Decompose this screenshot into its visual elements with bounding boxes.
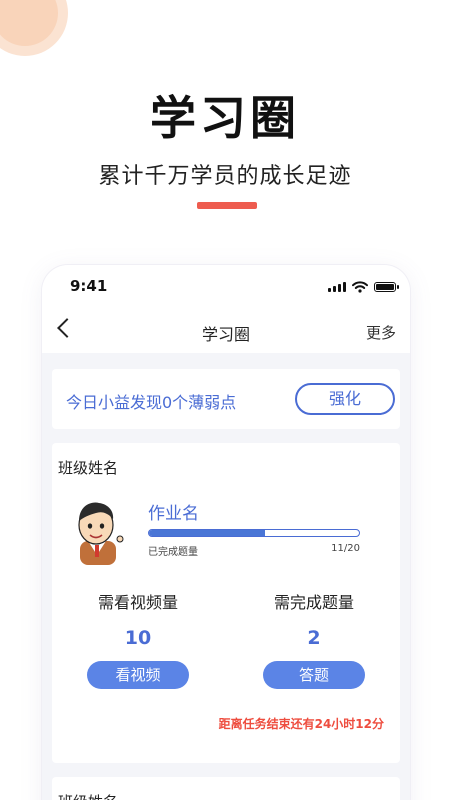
questions-stat: 需完成题量 2 答题 <box>244 589 384 689</box>
more-button[interactable]: 更多 <box>366 322 396 343</box>
questions-label: 需完成题量 <box>273 593 354 612</box>
weak-points-card: 今日小益发现0个薄弱点 强化 <box>52 369 400 429</box>
battery-icon <box>374 282 399 292</box>
progress-bar <box>148 529 360 537</box>
nav-bar: 学习圈 更多 <box>42 309 410 353</box>
teacher-avatar-icon <box>78 502 124 565</box>
watch-video-button[interactable]: 看视频 <box>87 661 189 689</box>
signal-icon <box>328 282 346 292</box>
hero-title: 学习圈 <box>150 91 300 145</box>
status-icons <box>328 281 399 293</box>
page-title: 学习圈 <box>201 325 250 344</box>
video-count: 10 <box>124 627 152 649</box>
strengthen-button[interactable]: 强化 <box>295 383 395 415</box>
progress-count: 11/20 <box>331 543 360 554</box>
status-bar: 9:41 <box>42 265 410 309</box>
hero-underline <box>197 202 257 209</box>
video-label: 需看视频量 <box>97 593 178 612</box>
weak-points-text: 今日小益发现0个薄弱点 <box>66 393 237 412</box>
video-stat: 需看视频量 10 看视频 <box>68 589 208 689</box>
questions-count: 2 <box>307 627 321 649</box>
deadline-text: 距离任务结束还有24小时12分 <box>218 717 384 731</box>
progress-fill <box>149 530 265 536</box>
wifi-icon <box>352 281 368 293</box>
next-class-card: 班级姓名 <box>52 777 400 800</box>
class-card: 班级姓名 作业名 已完成题量 11/20 需看视频量 10 看视频 需完成题量 … <box>52 443 400 763</box>
progress-label: 已完成题量 <box>148 547 198 558</box>
homework-name: 作业名 <box>148 504 199 524</box>
class-name: 班级姓名 <box>58 459 119 477</box>
status-time: 9:41 <box>70 277 108 295</box>
decorative-circle <box>0 0 68 56</box>
phone-mockup: 9:41 学习圈 更多 今日小益发现0个薄弱点 强化 班级姓名 作业名 已完成题… <box>42 265 410 800</box>
answer-questions-button[interactable]: 答题 <box>263 661 365 689</box>
next-class-name: 班级姓名 <box>58 791 118 800</box>
hero-subtitle: 累计千万学员的成长足迹 <box>98 164 352 189</box>
